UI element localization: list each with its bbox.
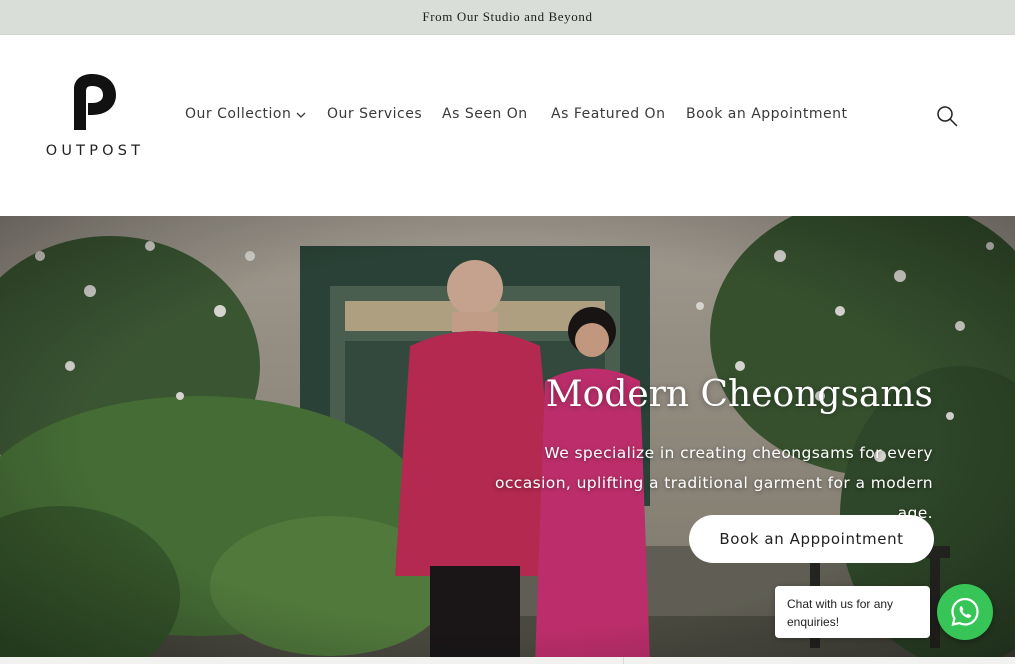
announcement-text: From Our Studio and Beyond	[422, 9, 593, 24]
site-header: OUTPOST Our Collection Our Services As S…	[0, 35, 1015, 216]
nav-item-as-featured-on[interactable]: As Featured On	[551, 106, 665, 122]
hero-title: Modern Cheongsams	[545, 374, 933, 415]
divider-line	[623, 657, 624, 664]
announcement-bar: From Our Studio and Beyond	[0, 0, 1015, 35]
chevron-down-icon[interactable]	[296, 112, 306, 119]
nav-item-our-collection[interactable]: Our Collection	[185, 106, 291, 122]
chat-prompt-bubble[interactable]: Chat with us for any enquiries!	[775, 586, 930, 638]
nav-item-our-services[interactable]: Our Services	[327, 106, 422, 122]
whatsapp-icon	[951, 597, 979, 626]
logo-wordmark: OUTPOST	[45, 143, 145, 159]
nav-item-book-appointment[interactable]: Book an Appointment	[686, 106, 847, 122]
search-icon[interactable]	[936, 105, 958, 127]
p-logo-icon	[74, 74, 116, 130]
brand-logo[interactable]: OUTPOST	[43, 73, 147, 159]
whatsapp-chat-button[interactable]	[937, 584, 993, 640]
section-divider-strip	[0, 657, 1015, 664]
nav-item-as-seen-on[interactable]: As Seen On	[442, 106, 528, 122]
book-appointment-button[interactable]: Book an Apppointment	[689, 515, 934, 563]
